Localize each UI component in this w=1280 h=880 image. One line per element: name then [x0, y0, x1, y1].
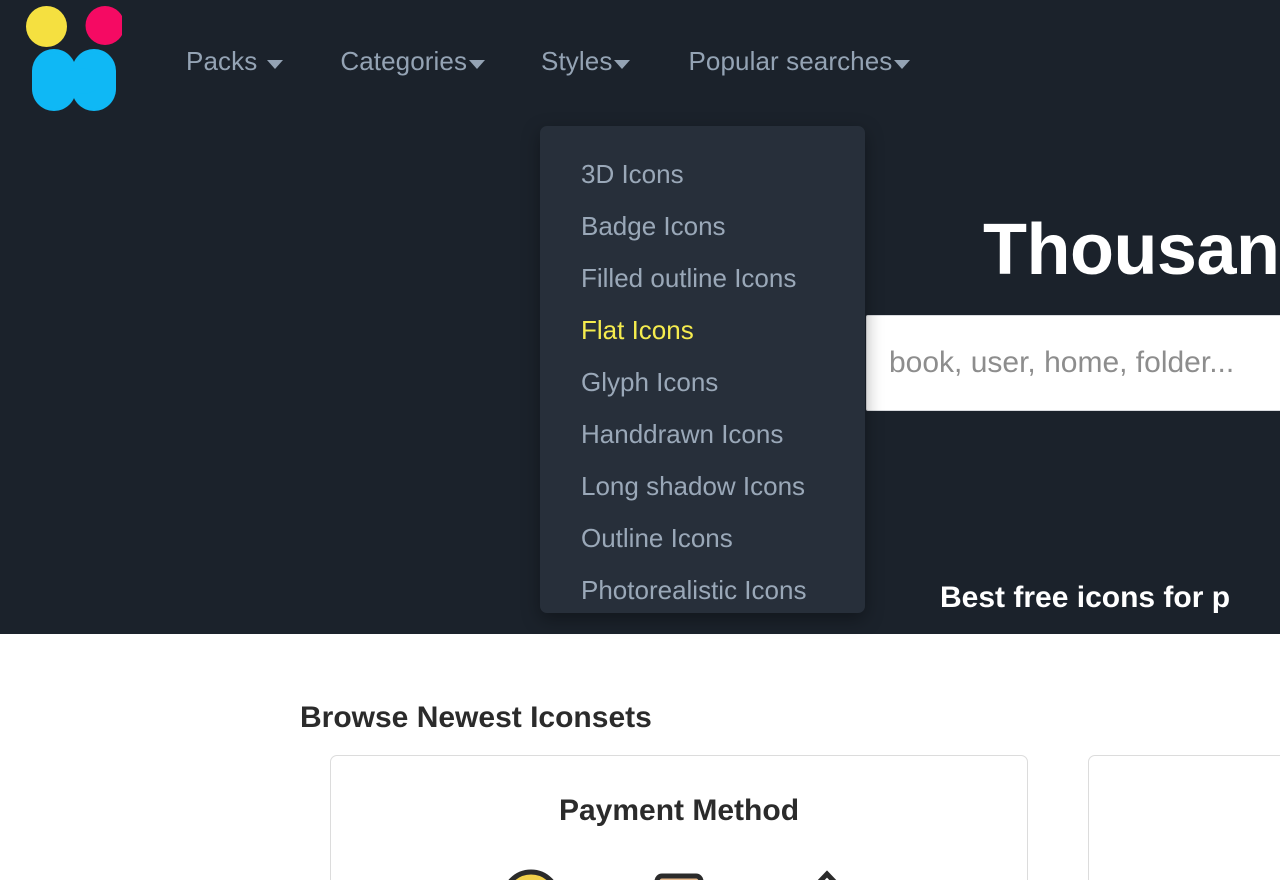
- section-title-browse-newest-iconsets: Browse Newest Iconsets: [300, 698, 652, 738]
- styles-dropdown-menu: 3D Icons Badge Icons Filled outline Icon…: [540, 126, 865, 613]
- wallet-icon: [648, 868, 710, 880]
- nav-item-popular-searches-label: Popular searches: [688, 44, 892, 78]
- dropdown-item-badge-icons[interactable]: Badge Icons: [540, 200, 865, 252]
- dropdown-item-outline-icons[interactable]: Outline Icons: [540, 512, 865, 564]
- logo-dot-pink: [86, 6, 123, 45]
- hero-search-box[interactable]: [866, 315, 1280, 411]
- dropdown-item-3d-icons[interactable]: 3D Icons: [540, 148, 865, 200]
- chevron-down-icon: [894, 60, 910, 69]
- dropdown-item-long-shadow-icons[interactable]: Long shadow Icons: [540, 460, 865, 512]
- nav-item-styles-label: Styles: [541, 44, 612, 78]
- nav-item-packs[interactable]: Packs: [186, 44, 283, 78]
- nav-item-styles[interactable]: Styles: [541, 44, 630, 78]
- iconset-card[interactable]: [1088, 755, 1280, 880]
- nav-item-popular-searches[interactable]: Popular searches: [688, 44, 910, 78]
- dropdown-item-glyph-icons[interactable]: Glyph Icons: [540, 356, 865, 408]
- card-chip-icon: [796, 868, 858, 880]
- logo-dot-yellow: [26, 6, 67, 47]
- iconset-card-title: Payment Method: [331, 791, 1027, 831]
- coin-icon: [500, 868, 562, 880]
- dropdown-item-flat-icons[interactable]: Flat Icons: [540, 304, 865, 356]
- hero-tagline: Best free icons for p: [940, 578, 1230, 618]
- site-logo[interactable]: [26, 6, 122, 111]
- nav-links: Packs Categories Styles Popular searches: [186, 44, 910, 78]
- content-section: Browse Newest Iconsets Payment Method: [0, 634, 1280, 880]
- iconset-card[interactable]: Payment Method: [330, 755, 1028, 880]
- dropdown-item-photorealistic-icons[interactable]: Photorealistic Icons: [540, 564, 865, 616]
- dropdown-item-handdrawn-icons[interactable]: Handdrawn Icons: [540, 408, 865, 460]
- chevron-down-icon: [267, 60, 283, 69]
- chevron-down-icon: [469, 60, 485, 69]
- nav-item-categories[interactable]: Categories: [340, 44, 485, 78]
- page-root: Packs Categories Styles Popular searches…: [0, 0, 1280, 880]
- nav-item-packs-label: Packs: [186, 44, 257, 78]
- search-input[interactable]: [867, 346, 1280, 380]
- iconset-card-preview: [331, 868, 1027, 880]
- chevron-down-icon: [614, 60, 630, 69]
- dropdown-item-filled-outline-icons[interactable]: Filled outline Icons: [540, 252, 865, 304]
- hero-title: Thousan: [983, 207, 1280, 293]
- nav-item-categories-label: Categories: [340, 44, 467, 78]
- navbar: Packs Categories Styles Popular searches: [0, 0, 1280, 126]
- logo-h-icon: [26, 6, 122, 111]
